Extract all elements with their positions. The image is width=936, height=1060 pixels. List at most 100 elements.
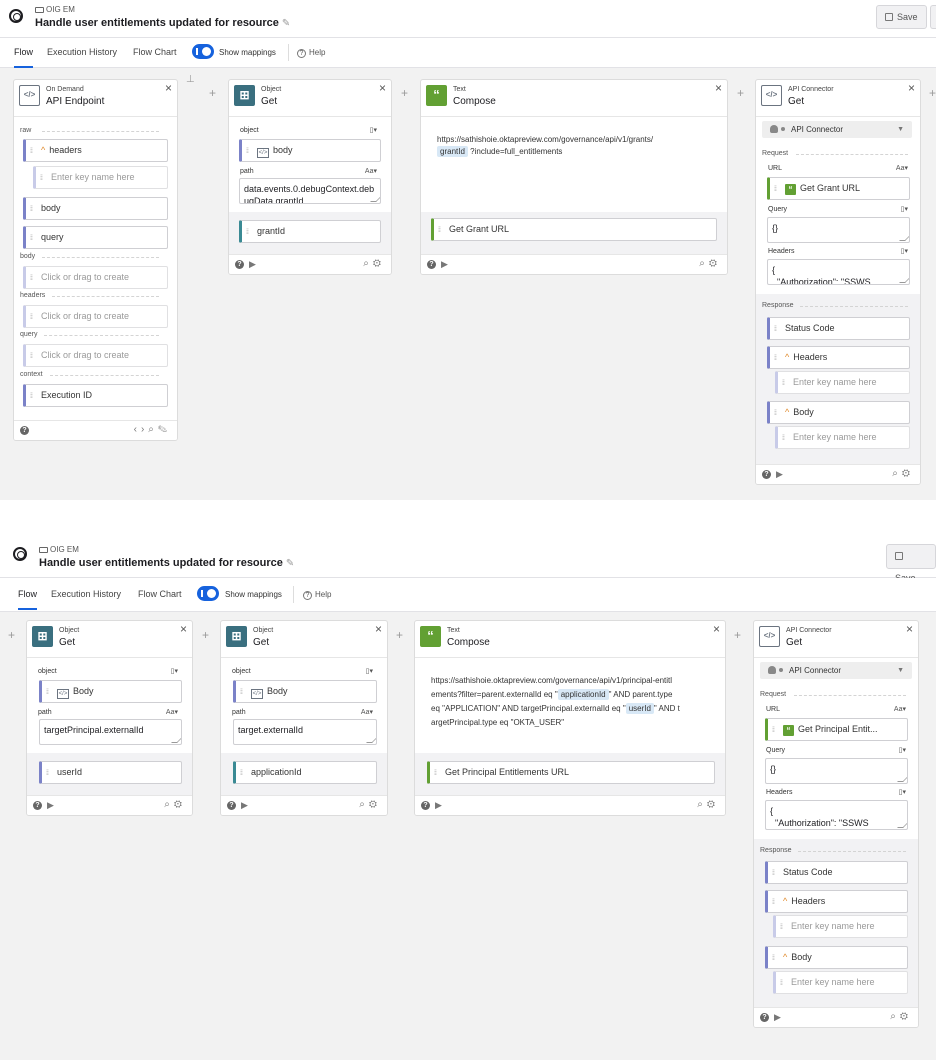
drag-handle-icon[interactable]: ⁞⁞ — [240, 763, 246, 783]
add-card-plus[interactable]: + — [929, 86, 936, 100]
add-card-plus[interactable]: + — [202, 628, 209, 642]
text-compose-card[interactable]: “ Text Compose × https://sathishoie.okta… — [414, 620, 726, 816]
token-userid[interactable]: userId — [625, 703, 654, 714]
drag-handle-icon[interactable]: ⁞⁞ — [434, 763, 440, 783]
get-grant-url-output[interactable]: ⁞⁞ Get Grant URL — [431, 218, 717, 241]
edit-pencil-icon[interactable]: ✎ — [282, 18, 290, 29]
drag-handle-icon[interactable]: ⁞⁞ — [438, 220, 444, 240]
close-icon[interactable]: × — [715, 81, 722, 95]
drag-handle-icon[interactable]: ⁞⁞ — [772, 863, 778, 883]
type-dropdown-icon[interactable]: ▯▾ — [366, 667, 373, 675]
connection-select[interactable]: API Connector ▼ — [760, 662, 912, 679]
api-connector-card[interactable]: </> API Connector Get × API Connector ▼ R… — [753, 620, 919, 1028]
drag-handle-icon[interactable]: ⁞⁞ — [774, 403, 780, 423]
help-icon[interactable]: ? — [760, 1013, 769, 1022]
tab-flow[interactable]: Flow — [18, 589, 38, 610]
close-icon[interactable]: × — [375, 622, 382, 636]
close-icon[interactable]: × — [713, 622, 720, 636]
close-icon[interactable]: × — [908, 81, 915, 95]
path-textarea[interactable]: data.events.0.debugContext.debugData.gra… — [239, 178, 381, 204]
url-field[interactable]: ⁞⁞ “Get Principal Entit... — [765, 718, 908, 741]
key-name-input[interactable]: ⁞⁞ Enter key name here — [775, 371, 910, 394]
compose-text[interactable]: https://sathishoie.oktapreview.com/gover… — [431, 674, 721, 730]
play-icon[interactable]: ▶ — [47, 800, 54, 811]
add-card-plus[interactable]: + — [737, 86, 744, 100]
help-link[interactable]: ? Help — [297, 48, 325, 58]
tab-execution-history[interactable]: Execution History — [47, 47, 117, 57]
flow-title[interactable]: Handle user entitlements updated for res… — [35, 17, 290, 29]
add-card-plus[interactable]: + — [401, 86, 408, 100]
play-icon[interactable]: ▶ — [435, 800, 442, 811]
raw-headers-field[interactable]: ⁞⁞ ^ headers — [23, 139, 168, 162]
help-icon[interactable]: ? — [421, 801, 430, 810]
chevron-up-icon[interactable]: ^ — [783, 896, 787, 906]
save-button[interactable]: Save — [876, 5, 927, 29]
edit-pencil-icon[interactable]: ✎ — [286, 558, 294, 569]
key-name-input[interactable]: ⁞⁞ Enter key name here — [773, 971, 908, 994]
url-type-dropdown[interactable]: Aa▾ — [894, 705, 906, 713]
object-field[interactable]: ⁞⁞ </> Body — [39, 680, 182, 703]
drag-handle-icon[interactable]: ⁞⁞ — [246, 141, 252, 161]
play-icon[interactable]: ▶ — [249, 259, 256, 270]
add-card-plus[interactable]: + — [8, 628, 15, 642]
query-textarea[interactable]: {} — [767, 217, 910, 243]
drag-handle-icon[interactable]: ⁞⁞ — [30, 228, 36, 248]
object-field[interactable]: ⁞⁞ </> body — [239, 139, 381, 162]
drag-handle-icon[interactable]: ⁞⁞ — [772, 720, 778, 740]
drag-handle-icon[interactable]: ⁞⁞ — [46, 763, 52, 783]
compose-text[interactable]: https://sathishoie.oktapreview.com/gover… — [437, 134, 717, 158]
flow-canvas[interactable]: + + + + ⊞ Object Get × object ▯▾ ⁞⁞ </> Bo… — [0, 612, 936, 1060]
response-body-field[interactable]: ⁞⁞ ^ Body — [767, 401, 910, 424]
type-dropdown-icon[interactable]: ▯▾ — [901, 205, 908, 213]
drag-handle-icon[interactable]: ⁞⁞ — [240, 682, 246, 702]
tab-flow-chart[interactable]: Flow Chart — [138, 589, 182, 599]
close-icon[interactable]: × — [906, 622, 913, 636]
help-icon[interactable]: ? — [762, 470, 771, 479]
headers-create-field[interactable]: ⁞⁞ Click or drag to create — [23, 305, 168, 328]
status-code-field[interactable]: ⁞⁞ Status Code — [767, 317, 910, 340]
tab-flow-chart[interactable]: Flow Chart — [133, 47, 177, 57]
response-body-field[interactable]: ⁞⁞ ^ Body — [765, 946, 908, 969]
breadcrumb[interactable]: OIG EM — [35, 5, 75, 14]
drag-handle-icon[interactable]: ⁞⁞ — [246, 222, 252, 242]
response-headers-field[interactable]: ⁞⁞ ^ Headers — [767, 346, 910, 369]
pin-icon[interactable]: ⊥ — [186, 74, 195, 85]
footer-tools-icons[interactable]: ⌕⚙ — [363, 258, 385, 269]
help-icon[interactable]: ? — [235, 260, 244, 269]
query-create-field[interactable]: ⁞⁞ Click or drag to create — [23, 344, 168, 367]
type-dropdown-icon[interactable]: ▯▾ — [901, 247, 908, 255]
type-dropdown-icon[interactable]: ▯▾ — [899, 788, 906, 796]
status-code-field[interactable]: ⁞⁞ Status Code — [765, 861, 908, 884]
text-compose-card[interactable]: “ Text Compose × https://sathishoie.okta… — [420, 79, 728, 275]
flow-title[interactable]: Handle user entitlements updated for res… — [39, 557, 294, 569]
key-name-input[interactable]: ⁞⁞ Enter key name here — [773, 915, 908, 938]
url-field[interactable]: ⁞⁞ “Get Grant URL — [767, 177, 910, 200]
drag-handle-icon[interactable]: ⁞⁞ — [772, 892, 778, 912]
type-dropdown-icon[interactable]: ▯▾ — [370, 126, 377, 134]
drag-handle-icon[interactable]: ⁞⁞ — [774, 348, 780, 368]
path-textarea[interactable]: target.externalId — [233, 719, 377, 745]
path-type-dropdown[interactable]: Aa▾ — [361, 708, 373, 716]
body-create-field[interactable]: ⁞⁞ Click or drag to create — [23, 266, 168, 289]
footer-tools-icons[interactable]: ‹›⌕✎ — [134, 424, 171, 435]
help-icon[interactable]: ? — [33, 801, 42, 810]
raw-body-field[interactable]: ⁞⁞ body — [23, 197, 168, 220]
object-get-card-1[interactable]: ⊞ Object Get × object ▯▾ ⁞⁞ </> Body path … — [26, 620, 193, 816]
tab-execution-history[interactable]: Execution History — [51, 589, 121, 599]
api-endpoint-card[interactable]: </> On Demand API Endpoint × raw ⁞⁞ ^ head… — [13, 79, 178, 441]
object-get-card[interactable]: ⊞ Object Get × object ▯▾ ⁞⁞ </> body path … — [228, 79, 392, 275]
type-dropdown-icon[interactable]: ▯▾ — [171, 667, 178, 675]
footer-tools-icons[interactable]: ⌕⚙ — [697, 799, 719, 810]
applicationid-output-field[interactable]: ⁞⁞ applicationId — [233, 761, 377, 784]
footer-tools-icons[interactable]: ⌕⚙ — [892, 468, 914, 479]
more-button[interactable] — [930, 5, 936, 29]
grantid-output-field[interactable]: ⁞⁞ grantId — [239, 220, 381, 243]
help-link[interactable]: ? Help — [303, 590, 331, 600]
footer-tools-icons[interactable]: ⌕⚙ — [890, 1011, 912, 1022]
execution-id-field[interactable]: ⁞⁞ Execution ID — [23, 384, 168, 407]
play-icon[interactable]: ▶ — [774, 1012, 781, 1023]
chevron-up-icon[interactable]: ^ — [785, 407, 789, 417]
chevron-up-icon[interactable]: ^ — [41, 145, 45, 155]
path-type-dropdown[interactable]: Aa▾ — [166, 708, 178, 716]
show-mappings-toggle[interactable] — [197, 586, 219, 601]
